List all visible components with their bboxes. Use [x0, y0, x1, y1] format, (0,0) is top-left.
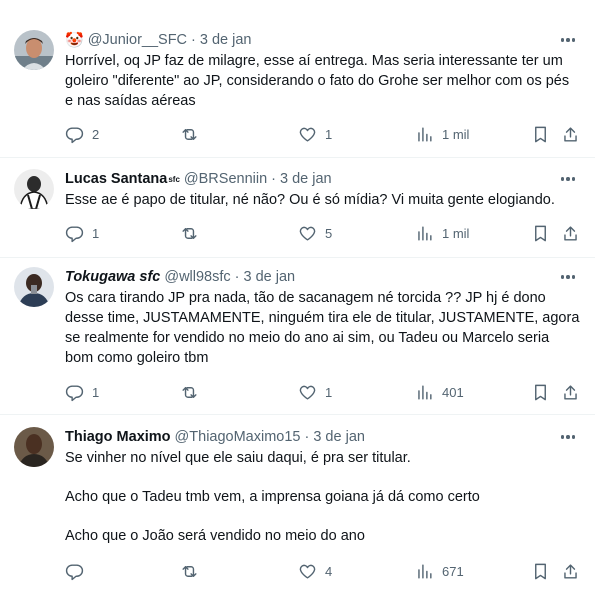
views-count: 1 mil [442, 225, 470, 241]
views-count: 671 [442, 563, 464, 579]
like-button[interactable]: 1 [298, 383, 332, 402]
views-icon [418, 384, 432, 400]
tweet[interactable]: Lucas Santana sfc @BRSenniin · 3 de jan … [0, 158, 595, 258]
retweet-icon [182, 386, 197, 398]
like-button[interactable]: 1 [298, 125, 332, 144]
tweet-paragraph: Horrível, oq JP faz de milagre, esse aí … [65, 53, 570, 109]
retweet-icon [182, 128, 197, 140]
bookmark-icon [535, 384, 546, 400]
reply-icon [65, 384, 84, 401]
separator: · [234, 269, 240, 285]
like-count: 4 [325, 563, 333, 579]
reply-button[interactable]: 1 [65, 224, 99, 243]
name-emoji: 🤡 [65, 32, 84, 49]
reply-icon [65, 126, 84, 143]
tweet[interactable]: Tokugawa sfc @wll98sfc · 3 de jan Os car… [0, 258, 595, 415]
share-icon [564, 225, 577, 241]
share-icon [564, 384, 577, 400]
share-icon [564, 563, 577, 579]
bookmark-button[interactable] [531, 125, 550, 144]
more-icon[interactable] [555, 30, 581, 50]
views-icon [418, 563, 432, 579]
separator: · [271, 171, 276, 187]
like-button[interactable]: 4 [298, 562, 332, 581]
share-button[interactable] [561, 562, 580, 581]
bookmark-icon [535, 563, 546, 579]
tweet[interactable]: Thiago Maximo @ThiagoMaximo15 · 3 de jan… [0, 415, 595, 595]
retweet-button[interactable] [180, 383, 207, 402]
views-count: 401 [442, 384, 464, 400]
tweet-text: Horrível, oq JP faz de milagre, esse aí … [65, 51, 581, 111]
reply-count: 1 [92, 384, 100, 400]
tweet-date[interactable]: 3 de jan [313, 429, 365, 445]
avatar[interactable] [14, 427, 54, 467]
display-name[interactable]: Tokugawa sfc [65, 269, 160, 285]
views-button[interactable]: 1 mil [415, 224, 469, 243]
reply-count: 1 [92, 225, 100, 241]
views-button[interactable]: 1 mil [415, 125, 469, 144]
avatar[interactable] [14, 169, 54, 209]
heart-icon [299, 385, 316, 400]
heart-icon [299, 564, 316, 579]
reply-icon [65, 225, 84, 242]
tweet-text: Esse ae é papo de titular, né não? Ou é … [65, 190, 581, 210]
like-button[interactable]: 5 [298, 224, 332, 243]
tweet-paragraph: Acho que o João será vendido no meio do … [65, 528, 365, 544]
display-name[interactable]: Lucas Santana [65, 171, 167, 187]
views-icon [418, 126, 432, 142]
bookmark-icon [535, 126, 546, 142]
views-icon [418, 225, 432, 241]
bookmark-button[interactable] [531, 383, 550, 402]
user-handle[interactable]: @BRSenniin [184, 171, 267, 187]
bookmark-button[interactable] [531, 562, 550, 581]
reply-count: 2 [92, 126, 100, 142]
user-handle[interactable]: @Junior__SFC [88, 32, 187, 48]
share-icon [564, 126, 577, 142]
user-handle[interactable]: @wll98sfc [164, 269, 230, 285]
like-count: 1 [325, 126, 333, 142]
more-icon[interactable] [555, 169, 581, 189]
reply-button[interactable]: 2 [65, 125, 99, 144]
heart-icon [299, 127, 316, 142]
tweet-paragraph: Os cara tirando JP pra nada, tão de saca… [65, 290, 580, 366]
views-count: 1 mil [442, 126, 470, 142]
tweet-paragraph: Acho que o Tadeu tmb vem, a imprensa goi… [65, 489, 480, 505]
tweet-date[interactable]: 3 de jan [280, 171, 332, 187]
views-button[interactable]: 401 [415, 383, 464, 402]
heart-icon [299, 226, 316, 241]
separator: · [304, 429, 310, 445]
retweet-button[interactable] [180, 224, 207, 243]
retweet-button[interactable] [180, 562, 207, 581]
share-button[interactable] [561, 383, 580, 402]
retweet-button[interactable] [180, 125, 207, 144]
user-handle[interactable]: @ThiagoMaximo15 [175, 429, 301, 445]
more-icon[interactable] [555, 267, 581, 287]
reply-button[interactable] [65, 562, 92, 581]
tweet-text: Se vinher no nível que ele saiu daqui, é… [65, 448, 581, 546]
name-suffix: sfc [168, 174, 180, 184]
retweet-icon [182, 565, 197, 577]
bookmark-button[interactable] [531, 224, 550, 243]
tweet-date[interactable]: 3 de jan [200, 32, 252, 48]
share-button[interactable] [561, 224, 580, 243]
reply-icon [65, 563, 84, 580]
tweet-date[interactable]: 3 de jan [244, 269, 296, 285]
reply-button[interactable]: 1 [65, 383, 99, 402]
like-count: 5 [325, 225, 333, 241]
views-button[interactable]: 671 [415, 562, 464, 581]
separator: · [191, 32, 196, 48]
tweet-text: Os cara tirando JP pra nada, tão de saca… [65, 288, 581, 368]
tweet-paragraph: Se vinher no nível que ele saiu daqui, é… [65, 450, 411, 466]
like-count: 1 [325, 384, 333, 400]
bookmark-icon [535, 225, 546, 241]
avatar[interactable] [14, 30, 54, 70]
retweet-icon [182, 227, 197, 239]
tweet[interactable]: 🤡 @Junior__SFC · 3 de jan Horrível, oq J… [0, 0, 595, 158]
display-name[interactable]: Thiago Maximo [65, 429, 171, 445]
more-icon[interactable] [555, 427, 581, 447]
tweet-paragraph: Esse ae é papo de titular, né não? Ou é … [65, 192, 555, 208]
avatar[interactable] [14, 267, 54, 307]
share-button[interactable] [561, 125, 580, 144]
